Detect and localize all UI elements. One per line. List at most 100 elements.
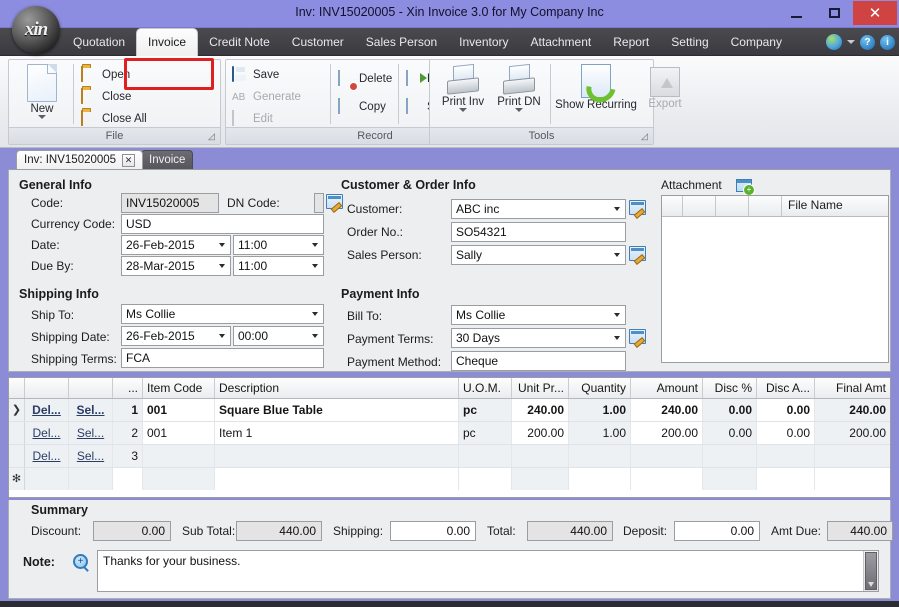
sales-person-edit-icon[interactable] [629,246,646,261]
copy-button[interactable]: Copy [338,96,386,118]
row-quantity[interactable] [569,445,631,467]
new-row-marker[interactable]: ✻ [9,468,25,490]
chevron-down-icon[interactable] [609,247,624,263]
tab-company[interactable]: Company [720,28,793,56]
new-row-quantity-cell[interactable] [569,468,631,490]
show-recurring-button[interactable]: Show Recurring [554,62,638,111]
add-attachment-icon[interactable] [736,179,755,196]
row-unit-price[interactable] [512,445,569,467]
customer-select[interactable]: ABC inc [451,199,626,219]
file-dialog-launcher-icon[interactable]: ◿ [206,131,217,142]
date-picker[interactable]: 26-Feb-2015 [121,235,231,255]
doc-tab-invoice-list[interactable]: Invoice [141,150,194,169]
tab-quotation[interactable]: Quotation [62,28,136,56]
chevron-down-icon[interactable] [214,258,229,274]
new-row-unit-price-cell[interactable] [512,468,569,490]
zoom-in-icon[interactable]: + [73,554,88,569]
new-row-description-cell[interactable] [215,468,459,490]
chevron-down-icon[interactable] [307,237,322,253]
row-select-link[interactable]: Sel... [69,399,113,421]
chevron-down-icon[interactable] [459,108,467,112]
ship-to-select[interactable]: Ms Collie [121,304,324,324]
tools-dialog-launcher-icon[interactable]: ◿ [639,131,650,142]
globe-icon[interactable] [826,34,842,50]
row-uom[interactable]: pc [459,399,512,421]
close-button-ribbon[interactable]: Close [81,86,131,108]
row-item-code[interactable]: 001 [143,422,215,444]
print-dn-button[interactable]: Print DN [490,62,548,112]
close-icon[interactable]: ✕ [122,153,136,167]
note-scrollbar[interactable] [863,551,878,591]
row-quantity[interactable]: 1.00 [569,399,631,421]
new-row-select-cell[interactable] [69,468,113,490]
tab-setting[interactable]: Setting [660,28,719,56]
doc-tab-invoice-record[interactable]: Inv: INV15020005 ✕ [16,150,144,169]
row-description[interactable] [215,445,459,467]
currency-code-field[interactable]: USD [121,214,324,234]
row-uom[interactable]: pc [459,422,512,444]
row-selector[interactable] [9,445,25,467]
row-select-link[interactable]: Sel... [69,445,113,467]
shipping-field[interactable]: 0.00 [390,521,476,541]
chevron-down-icon[interactable] [609,330,624,346]
table-row[interactable]: Del... Sel... 3 [9,445,890,468]
row-delete-link[interactable]: Del... [25,445,69,467]
note-textarea[interactable]: Thanks for your business. [97,550,879,592]
close-button[interactable]: ✕ [853,1,897,25]
maximize-button[interactable] [815,1,853,25]
chevron-down-icon[interactable] [38,115,46,119]
chevron-down-icon[interactable] [609,307,624,323]
deposit-field[interactable]: 0.00 [674,521,760,541]
new-row-item-code-cell[interactable] [143,468,215,490]
new-row-uom-cell[interactable] [459,468,512,490]
chevron-down-icon[interactable] [214,328,229,344]
shipping-terms-field[interactable]: FCA [121,348,324,368]
minimize-button[interactable] [777,1,815,25]
row-description[interactable]: Item 1 [215,422,459,444]
row-disc-amt[interactable] [757,445,815,467]
due-time-picker[interactable]: 11:00 [233,256,324,276]
chevron-down-icon[interactable] [515,108,523,112]
chevron-down-icon[interactable] [847,40,855,44]
payment-terms-select[interactable]: 30 Days [451,328,626,348]
tab-report[interactable]: Report [602,28,660,56]
help-icon[interactable]: ? [860,34,875,50]
row-disc-amt[interactable]: 0.00 [757,399,815,421]
scroll-down-icon[interactable] [868,582,874,587]
row-selector[interactable] [9,422,25,444]
print-inv-button[interactable]: Print Inv [434,62,492,112]
chevron-down-icon[interactable] [307,306,322,322]
new-row-disc-pct-cell[interactable] [703,468,757,490]
row-disc-amt[interactable]: 0.00 [757,422,815,444]
row-delete-link[interactable]: Del... [25,422,69,444]
new-button[interactable]: New [13,64,71,119]
chevron-down-icon[interactable] [307,328,322,344]
new-row-disc-amt-cell[interactable] [757,468,815,490]
chevron-down-icon[interactable] [307,258,322,274]
tab-attachment[interactable]: Attachment [520,28,603,56]
sales-person-select[interactable]: Sally [451,245,626,265]
payment-method-field[interactable]: Cheque [451,351,626,371]
line-items-grid[interactable]: ... Item Code Description U.O.M. Unit Pr… [8,377,891,498]
open-button[interactable]: Open [81,64,130,86]
row-item-code[interactable] [143,445,215,467]
row-delete-link[interactable]: Del... [25,399,69,421]
tab-invoice[interactable]: Invoice [136,28,199,56]
row-disc-pct[interactable] [703,445,757,467]
row-selector[interactable]: ❯ [9,399,25,421]
new-row[interactable]: ✻ [9,468,890,491]
info-icon[interactable]: i [880,34,895,50]
row-unit-price[interactable]: 200.00 [512,422,569,444]
row-quantity[interactable]: 1.00 [569,422,631,444]
delete-button[interactable]: Delete [338,68,392,91]
row-disc-pct[interactable]: 0.00 [703,399,757,421]
chevron-down-icon[interactable] [609,201,624,217]
tab-customer[interactable]: Customer [281,28,355,56]
bill-to-select[interactable]: Ms Collie [451,305,626,325]
tab-inventory[interactable]: Inventory [448,28,519,56]
table-row[interactable]: ❯ Del... Sel... 1 001 Square Blue Table … [9,399,890,422]
table-row[interactable]: Del... Sel... 2 001 Item 1 pc 200.00 1.0… [9,422,890,445]
shipping-date-picker[interactable]: 26-Feb-2015 [121,326,231,346]
date-time-picker[interactable]: 11:00 [233,235,324,255]
new-row-delete-cell[interactable] [25,468,69,490]
